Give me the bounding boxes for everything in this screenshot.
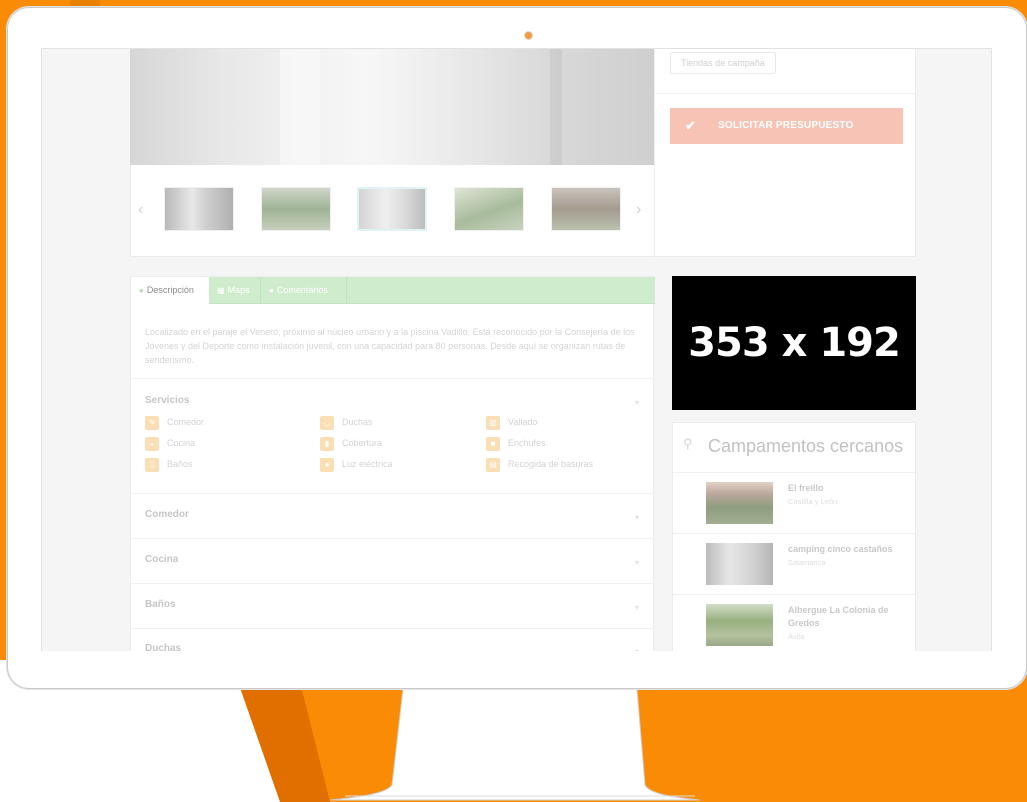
divider bbox=[131, 583, 655, 584]
nearby-item[interactable]: Albergue La Colonia de Gredos Ávila bbox=[673, 594, 917, 651]
tab-comentarios[interactable]: ● Comentarios bbox=[261, 277, 347, 304]
accordion-comedor[interactable]: Comedor bbox=[145, 509, 189, 520]
description-card: ● Descripción ▦ Maps ● Comentarios Localiza… bbox=[130, 276, 655, 651]
cooking-icon: ◒ bbox=[145, 437, 159, 451]
tag-pill[interactable]: Tiendas de campaña bbox=[670, 52, 776, 74]
thumbnail[interactable] bbox=[261, 187, 331, 231]
nearby-name[interactable]: El freillo Castilla y León bbox=[788, 482, 908, 508]
divider bbox=[655, 93, 917, 94]
divider bbox=[131, 493, 655, 494]
plug-icon: ■ bbox=[486, 437, 500, 451]
bulb-icon: ● bbox=[320, 458, 334, 472]
camera-dot bbox=[524, 31, 533, 40]
divider bbox=[131, 628, 655, 629]
info-icon: ● bbox=[139, 286, 144, 295]
website-screen: ‹ › Tiendas de campaña ✔ SOLICITAR PRESU… bbox=[41, 48, 992, 651]
chevron-down-icon[interactable]: ▾ bbox=[635, 558, 639, 567]
nearby-location: Castilla y León bbox=[788, 497, 838, 506]
thumbnail[interactable] bbox=[551, 187, 621, 231]
wrench-icon: ✎ bbox=[145, 416, 159, 430]
comment-icon: ● bbox=[269, 286, 274, 295]
thumbnail[interactable] bbox=[164, 187, 234, 231]
tab-descripcion[interactable]: ● Descripción bbox=[131, 277, 209, 305]
nearby-name[interactable]: camping cinco castaños Salamanca bbox=[788, 543, 908, 569]
nearby-thumbnail[interactable] bbox=[706, 482, 773, 524]
main-photo bbox=[130, 49, 654, 165]
toilet-icon: ▯ bbox=[145, 458, 159, 472]
tab-label: Comentarios bbox=[276, 285, 328, 295]
thumbnail-active[interactable] bbox=[357, 187, 427, 231]
nearby-item[interactable]: camping cinco castaños Salamanca bbox=[673, 533, 917, 593]
accordion-duchas[interactable]: Duchas bbox=[145, 643, 181, 651]
chevron-down-icon[interactable]: ▾ bbox=[635, 398, 639, 407]
map-icon: ▦ bbox=[217, 286, 225, 295]
fence-icon: ▥ bbox=[486, 416, 500, 430]
nearby-item[interactable]: El freillo Castilla y León bbox=[673, 472, 917, 532]
tab-label: Maps bbox=[227, 285, 250, 295]
shower-icon: ◡ bbox=[320, 416, 334, 430]
signal-icon: ▮ bbox=[320, 437, 334, 451]
tab-bar: ● Descripción ▦ Maps ● Comentarios bbox=[131, 277, 655, 305]
booking-panel: Tiendas de campaña ✔ SOLICITAR PRESUPUES… bbox=[654, 49, 917, 257]
nearby-thumbnail[interactable] bbox=[706, 604, 773, 646]
nearby-camps-card: ⚲ Campamentos cercanos El freillo Castil… bbox=[672, 422, 917, 651]
request-quote-button[interactable]: ✔ SOLICITAR PRESUPUESTO bbox=[670, 108, 903, 144]
tab-maps[interactable]: ▦ Maps bbox=[209, 277, 261, 304]
nearby-location: Ávila bbox=[788, 632, 805, 641]
chevron-down-icon[interactable]: ▾ bbox=[635, 513, 639, 522]
map-pin-icon: ⚲ bbox=[683, 436, 693, 451]
tab-label: Descripción bbox=[146, 285, 194, 295]
nearby-location: Salamanca bbox=[788, 558, 826, 567]
description-text: Localizado en el paraje el Venero, próxi… bbox=[145, 327, 635, 365]
chevron-down-icon[interactable]: ▾ bbox=[635, 647, 639, 651]
divider bbox=[131, 378, 655, 379]
ad-placeholder[interactable]: 353 x 192 bbox=[672, 276, 916, 410]
services-title[interactable]: Servicios bbox=[145, 395, 189, 406]
accordion-cocina[interactable]: Cocina bbox=[145, 554, 178, 565]
accordion-banos[interactable]: Baños bbox=[145, 599, 176, 610]
chevron-right-icon[interactable]: › bbox=[636, 201, 641, 219]
nearby-name[interactable]: Albergue La Colonia de Gredos Ávila bbox=[788, 604, 908, 643]
thumbnail-strip: ‹ › bbox=[130, 165, 654, 257]
nearby-title: Campamentos cercanos bbox=[708, 436, 904, 456]
nearby-thumbnail[interactable] bbox=[706, 543, 773, 585]
chevron-left-icon[interactable]: ‹ bbox=[138, 201, 143, 219]
chevron-down-icon[interactable]: ▾ bbox=[635, 603, 639, 612]
checkmark-icon: ✔ bbox=[685, 118, 697, 133]
trash-icon: ▤ bbox=[486, 458, 500, 472]
thumbnail[interactable] bbox=[454, 187, 524, 231]
divider bbox=[131, 538, 655, 539]
request-quote-label: SOLICITAR PRESUPUESTO bbox=[718, 120, 854, 131]
